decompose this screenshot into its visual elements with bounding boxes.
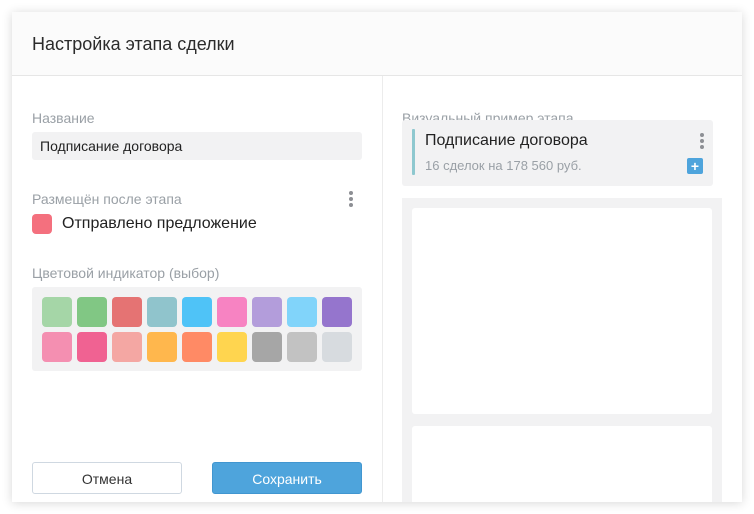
color-swatch[interactable] <box>217 297 247 327</box>
add-deal-icon[interactable]: + <box>687 158 703 174</box>
after-stage-select[interactable]: Отправлено предложение <box>32 213 257 235</box>
after-stage-color-swatch <box>32 214 52 234</box>
deal-placeholder <box>412 426 712 502</box>
color-swatch[interactable] <box>287 332 317 362</box>
color-swatch[interactable] <box>252 332 282 362</box>
color-swatch[interactable] <box>147 297 177 327</box>
dialog-title: Настройка этапа сделки <box>32 34 235 54</box>
color-swatch[interactable] <box>42 332 72 362</box>
deal-placeholder <box>412 208 712 414</box>
after-stage-menu-icon[interactable] <box>346 190 356 208</box>
color-swatch[interactable] <box>182 332 212 362</box>
stage-name-input[interactable]: Подписание договора <box>32 132 362 160</box>
color-swatch[interactable] <box>287 297 317 327</box>
color-swatch[interactable] <box>77 297 107 327</box>
stage-preview-summary: 16 сделок на 178 560 руб. <box>425 158 582 173</box>
stage-column-preview <box>402 198 722 502</box>
preview-panel: Визуальный пример этапа Подписание догов… <box>383 76 742 502</box>
save-button[interactable]: Сохранить <box>212 462 362 494</box>
stage-settings-dialog: Настройка этапа сделки Название Подписан… <box>12 12 742 502</box>
stage-preview-title: Подписание договора <box>425 132 588 149</box>
color-swatch[interactable] <box>112 297 142 327</box>
color-swatch[interactable] <box>77 332 107 362</box>
card-menu-icon[interactable] <box>697 132 707 150</box>
dialog-header: Настройка этапа сделки <box>12 12 742 76</box>
after-stage-label: Размещён после этапа <box>32 191 182 207</box>
stage-color-bar <box>412 129 415 175</box>
after-stage-value: Отправлено предложение <box>62 215 257 232</box>
name-label: Название <box>32 110 95 126</box>
color-indicator-label: Цветовой индикатор (выбор) <box>32 265 220 281</box>
stage-preview-card: Подписание договора 16 сделок на 178 560… <box>402 120 713 186</box>
color-swatch[interactable] <box>322 297 352 327</box>
settings-panel: Название Подписание договора Размещён по… <box>12 76 382 502</box>
color-swatch[interactable] <box>42 297 72 327</box>
color-swatch[interactable] <box>112 332 142 362</box>
cancel-button[interactable]: Отмена <box>32 462 182 494</box>
color-swatch[interactable] <box>217 332 247 362</box>
color-palette <box>32 287 362 371</box>
color-swatch[interactable] <box>252 297 282 327</box>
color-swatch[interactable] <box>147 332 177 362</box>
color-swatch[interactable] <box>322 332 352 362</box>
color-swatch[interactable] <box>182 297 212 327</box>
